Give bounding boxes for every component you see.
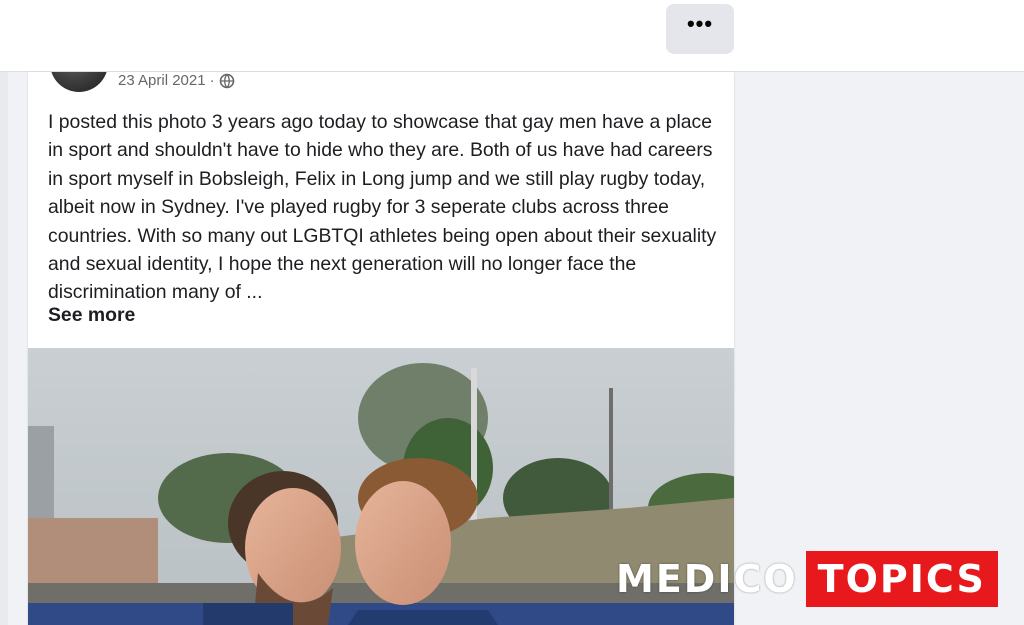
more-options-icon: ••• bbox=[686, 11, 714, 36]
globe-icon[interactable] bbox=[219, 73, 235, 89]
post-date[interactable]: 23 April 2021 bbox=[118, 72, 206, 89]
feed-left-edge bbox=[0, 72, 8, 625]
post-text: I posted this photo 3 years ago today to… bbox=[48, 111, 717, 304]
see-more-link[interactable]: See more bbox=[48, 304, 135, 327]
more-options-button[interactable]: ••• bbox=[666, 4, 734, 54]
top-bar: ••• bbox=[0, 0, 1024, 72]
post-meta: 23 April 2021 · bbox=[118, 72, 235, 89]
watermark-text-right: TOPICS bbox=[805, 551, 998, 607]
post-card: 23 April 2021 · I posted this photo 3 ye… bbox=[28, 72, 734, 625]
watermark-logo: MEDICO TOPICS bbox=[612, 551, 998, 607]
watermark-text-left: MEDICO bbox=[616, 557, 798, 601]
author-avatar[interactable] bbox=[50, 72, 108, 92]
meta-separator: · bbox=[209, 72, 215, 89]
